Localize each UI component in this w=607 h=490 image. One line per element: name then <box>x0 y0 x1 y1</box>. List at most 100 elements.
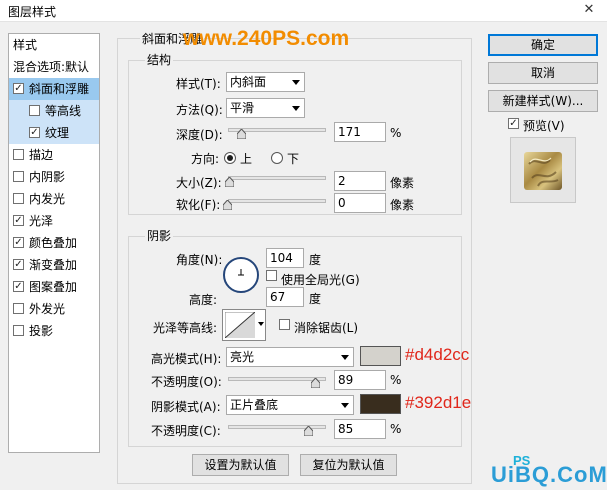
style-list-item[interactable]: 等高线 <box>9 100 99 122</box>
style-list-item[interactable]: 描边 <box>9 144 99 166</box>
opacity1-input[interactable]: 89 <box>334 370 386 390</box>
style-item-checkbox[interactable]: ✓ <box>13 237 24 248</box>
direction-up-radio[interactable] <box>224 152 236 164</box>
soften-label: 软化(F): <box>176 198 221 212</box>
depth-label: 深度(D): <box>176 128 223 142</box>
style-list-item[interactable]: ✓ 渐变叠加 <box>9 254 99 276</box>
technique-label: 方法(Q): <box>176 103 223 117</box>
global-light-checkbox[interactable] <box>266 270 277 281</box>
style-item-checkbox[interactable] <box>13 193 24 204</box>
style-item-checkbox[interactable] <box>13 303 24 314</box>
style-list-item[interactable]: ✓ 纹理 <box>9 122 99 144</box>
cancel-button[interactable]: 取消 <box>488 62 598 84</box>
style-item-label: 渐变叠加 <box>29 258 78 272</box>
chevron-down-icon <box>341 403 349 408</box>
opacity1-unit: % <box>390 373 402 387</box>
close-icon[interactable]: ✕ <box>575 0 603 20</box>
structure-title: 结构 <box>145 51 174 68</box>
angle-input[interactable]: 104 <box>266 248 304 268</box>
style-item-label: 颜色叠加 <box>29 236 78 250</box>
style-item-checkbox[interactable]: ✓ <box>13 281 24 292</box>
style-item-checkbox[interactable]: ✓ <box>13 215 24 226</box>
highlight-color-swatch[interactable] <box>360 346 401 366</box>
style-item-label: 外发光 <box>29 302 66 316</box>
style-list-item[interactable]: ✓ 斜面和浮雕 <box>9 78 99 100</box>
shadow-color-swatch[interactable] <box>360 394 401 414</box>
style-list-item[interactable]: ✓ 图案叠加 <box>9 276 99 298</box>
direction-up-label: 上 <box>240 152 253 166</box>
soften-input[interactable]: 0 <box>334 193 386 213</box>
style-dropdown[interactable]: 内斜面 <box>226 72 305 92</box>
size-slider[interactable] <box>228 176 326 180</box>
contour-preview-icon <box>225 312 255 338</box>
window-title: 图层样式 <box>8 5 57 19</box>
antialias-checkbox[interactable] <box>279 319 290 330</box>
size-label: 大小(Z): <box>176 176 222 190</box>
style-item-label: 纹理 <box>45 126 70 140</box>
angle-label: 角度(N): <box>176 253 223 267</box>
style-item-checkbox[interactable] <box>13 325 24 336</box>
angle-dial[interactable] <box>222 256 260 294</box>
style-item-checkbox[interactable] <box>13 171 24 182</box>
direction-down-radio[interactable] <box>271 152 283 164</box>
altitude-label: 高度: <box>189 293 218 307</box>
style-item-checkbox[interactable] <box>13 149 24 160</box>
new-style-button[interactable]: 新建样式(W)... <box>488 90 598 112</box>
style-item-label: 光泽 <box>29 214 54 228</box>
style-item-label: 内阴影 <box>29 170 66 184</box>
style-list-item[interactable]: 外发光 <box>9 298 99 320</box>
reset-default-button[interactable]: 复位为默认值 <box>300 454 397 476</box>
opacity2-slider-thumb[interactable] <box>304 426 313 436</box>
style-item-checkbox[interactable]: ✓ <box>29 127 40 138</box>
style-list-item[interactable]: ✓ 颜色叠加 <box>9 232 99 254</box>
preview-label: 预览(V) <box>523 119 565 133</box>
depth-input[interactable]: 171 <box>334 122 386 142</box>
shadow-mode-dropdown[interactable]: 正片叠底 <box>226 395 354 415</box>
style-label: 样式(T): <box>176 77 221 91</box>
chevron-down-icon <box>292 80 300 85</box>
style-item-label: 投影 <box>29 324 54 338</box>
style-item-checkbox[interactable] <box>29 105 40 116</box>
style-list-item[interactable]: ✓ 光泽 <box>9 210 99 232</box>
chevron-down-icon <box>258 322 264 326</box>
direction-down-label: 下 <box>287 152 300 166</box>
global-light-label: 使用全局光(G) <box>281 273 360 287</box>
preview-thumbnail-icon <box>524 152 562 190</box>
opacity1-slider-thumb[interactable] <box>311 378 320 388</box>
style-list-item[interactable]: 投影 <box>9 320 99 342</box>
title-bar: 图层样式 ✕ <box>0 0 607 22</box>
style-preview <box>510 137 576 203</box>
style-list-item[interactable]: 内阴影 <box>9 166 99 188</box>
style-list-header[interactable]: 样式 <box>9 34 99 56</box>
watermark-top: www.240PS.com <box>183 27 350 50</box>
gloss-contour-picker[interactable] <box>222 309 266 341</box>
style-item-checkbox[interactable]: ✓ <box>13 259 24 270</box>
chevron-down-icon <box>341 355 349 360</box>
style-item-label: 图案叠加 <box>29 280 78 294</box>
opacity1-label: 不透明度(O): <box>151 375 222 389</box>
blend-options-item[interactable]: 混合选项:默认 <box>9 56 99 78</box>
depth-slider-thumb[interactable] <box>237 129 246 139</box>
style-item-label: 内发光 <box>29 192 66 206</box>
highlight-color-annotation: #d4d2cc <box>405 345 470 364</box>
size-slider-thumb[interactable] <box>225 177 234 187</box>
opacity2-input[interactable]: 85 <box>334 419 386 439</box>
shading-title: 阴影 <box>145 227 174 244</box>
preview-checkbox[interactable]: ✓ <box>508 118 519 129</box>
make-default-button[interactable]: 设置为默认值 <box>192 454 289 476</box>
ok-button[interactable]: 确定 <box>488 34 598 56</box>
style-item-label: 等高线 <box>45 104 82 118</box>
size-input[interactable]: 2 <box>334 171 386 191</box>
opacity2-unit: % <box>390 422 402 436</box>
antialias-label: 消除锯齿(L) <box>294 321 359 335</box>
style-item-checkbox[interactable]: ✓ <box>13 83 24 94</box>
highlight-mode-dropdown[interactable]: 亮光 <box>226 347 354 367</box>
technique-dropdown[interactable]: 平滑 <box>226 98 305 118</box>
direction-label: 方向: <box>191 152 220 166</box>
chevron-down-icon <box>292 106 300 111</box>
soften-slider-thumb[interactable] <box>223 200 232 210</box>
style-list-item[interactable]: 内发光 <box>9 188 99 210</box>
opacity2-label: 不透明度(C): <box>151 424 221 438</box>
soften-slider[interactable] <box>228 199 326 203</box>
altitude-input[interactable]: 67 <box>266 287 304 307</box>
